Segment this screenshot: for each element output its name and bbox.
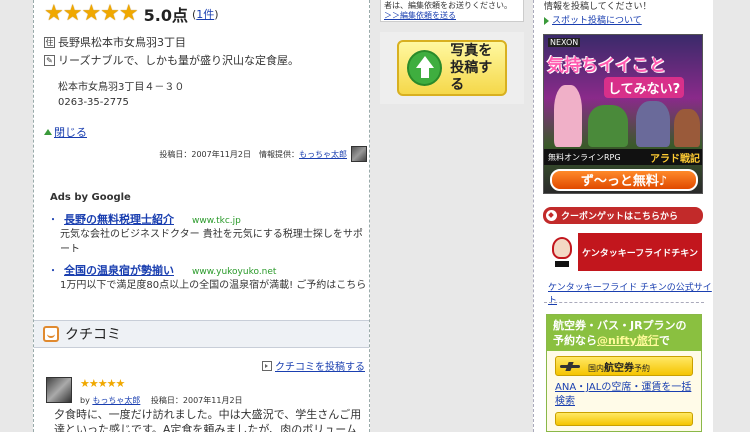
post-meta: 投稿日：2007年11月2日 情報提供： もっちゃ太郎: [159, 146, 367, 162]
divider: [544, 302, 704, 303]
rating-summary: ★★★★★ 5.0点 (1件): [44, 2, 219, 26]
smile-icon: [43, 326, 59, 342]
colonel-logo-icon: [546, 233, 578, 271]
ad-description: 1万円以下で満足度80点以上の全国の温泉宿が満載! ご予約はこちら: [60, 280, 367, 291]
user-avatar[interactable]: [351, 146, 367, 162]
shop-detail-column: ★★★★★ 5.0点 (1件) 住 長野県松本市女鳥羽3丁目 ✎ リーズナブルで…: [33, 0, 370, 432]
game-footer: 無料オンラインRPG アラド戦記: [544, 149, 702, 165]
game-ad-banner[interactable]: NEXON 気持ちイイこと してみない? 無料オンラインRPG アラド戦記 ず～…: [543, 34, 703, 194]
ad-description: 元気な会社のビジネスドクター 貴社を元気にする税理士探しをサポート: [60, 229, 363, 255]
airfare-search-link[interactable]: ANA・JALの空席・運賃を一括検索: [555, 381, 693, 409]
kfc-banner[interactable]: ケンタッキーフライドチキン: [546, 232, 702, 272]
post-photo-label: 写真を投稿する: [450, 42, 493, 93]
airplane-icon: [560, 362, 582, 370]
rating-count-link[interactable]: 1件: [196, 8, 214, 21]
upload-arrow-icon: [407, 50, 443, 86]
game-brand: NEXON: [548, 38, 581, 47]
edit-request-link[interactable]: ＞＞編集依頼を送る: [384, 11, 456, 20]
spot-post-info: 情報を投稿してください！ スポット投稿について: [544, 0, 651, 28]
ad-item: ・ 長野の無料税理士紹介 www.tkc.jp 元気な会社のビジネスドクター 貴…: [48, 211, 368, 257]
reviewer-link[interactable]: もっちゃ太郎: [92, 396, 140, 405]
ad-title-link[interactable]: 長野の無料税理士紹介: [64, 211, 174, 227]
triangle-right-icon: [544, 17, 549, 25]
coupon-icon: [546, 210, 557, 221]
review-text: 夕食時に、一度だけ訪れました。中は大盛況で、学生さんご用達といった感じです。A定…: [54, 408, 362, 432]
nifty-travel-link[interactable]: @nifty旅行: [597, 334, 659, 347]
location-text: 長野県松本市女鳥羽3丁目: [58, 36, 186, 49]
triangle-up-icon: [44, 129, 52, 135]
character-illustration: [674, 109, 700, 147]
game-genre: 無料オンラインRPG: [548, 152, 621, 162]
game-subheadline: してみない?: [604, 77, 685, 98]
coupon-label: クーポンゲットはこちらから: [561, 212, 679, 222]
ad-item: ・ 全国の温泉宿が勢揃い www.yukoyuko.net 1万円以下で満足度8…: [48, 262, 368, 293]
post-photo-button[interactable]: 写真を投稿する: [397, 40, 507, 96]
game-cta-button[interactable]: ず～っと無料♪: [550, 169, 698, 191]
review-meta: by もっちゃ太郎 投稿日：2007年11月2日: [80, 396, 243, 405]
right-sidebar: 情報を投稿してください！ スポット投稿について NEXON 気持ちイイこと して…: [533, 0, 713, 432]
ads-title: Ads by Google: [50, 192, 131, 203]
location-row: 住 長野県松本市女鳥羽3丁目: [44, 34, 186, 50]
travel-ad-heading: 航空券・バス・JRプランの予約なら@nifty旅行で: [547, 315, 701, 351]
page-gutter: [730, 0, 750, 432]
review-stars: ★★★★★: [80, 377, 125, 390]
reviewer-avatar[interactable]: [46, 377, 72, 403]
travel-ad: 航空券・バス・JRプランの予約なら@nifty旅行で 国内航空券予約 ANA・J…: [546, 314, 702, 432]
coupon-button[interactable]: クーポンゲットはこちらから: [543, 207, 703, 224]
kuchikomi-title: クチコミ: [65, 327, 121, 343]
comment-text: リーズナブルで、しかも量が盛り沢山な定食屋。: [58, 54, 300, 67]
edit-request-box: 者は、編集依頼をお送りください。 ＞＞編集依頼を送る: [380, 0, 524, 22]
kfc-label: ケンタッキーフライドチキン: [582, 248, 698, 259]
post-user-link[interactable]: もっちゃ太郎: [299, 149, 347, 160]
rating-stars: ★★★★★: [44, 1, 139, 26]
bullet-icon: ・: [48, 215, 58, 226]
ad-url[interactable]: www.tkc.jp: [192, 216, 241, 226]
kuchikomi-section-header: クチコミ: [34, 320, 369, 348]
rating-count: (1件): [191, 8, 219, 21]
phone-number: 0263-35-2775: [58, 97, 129, 108]
close-link-label[interactable]: 閉じる: [54, 124, 87, 140]
post-kuchikomi-label[interactable]: クチコミを投稿する: [275, 358, 365, 373]
ad-url[interactable]: www.yukoyuko.net: [192, 267, 276, 277]
ad-title-link[interactable]: 全国の温泉宿が勢揃い: [64, 262, 174, 278]
domestic-flight-button[interactable]: 国内航空券予約: [555, 356, 693, 376]
comment-row: ✎ リーズナブルで、しかも量が盛り沢山な定食屋。: [44, 52, 299, 68]
bullet-icon: ・: [48, 266, 58, 277]
rating-score: 5.0点: [143, 6, 188, 25]
pencil-icon: ✎: [44, 54, 55, 66]
game-headline: 気持ちイイこと: [547, 56, 666, 76]
post-date: 投稿日：2007年11月2日 情報提供：: [159, 149, 299, 159]
game-title: アラド戦記: [650, 153, 700, 165]
address-block: 松本市女鳥羽3丁目４－３０ 0263-35-2775: [58, 80, 184, 110]
address-icon: 住: [44, 36, 55, 48]
edit-request-text: 者は、編集依頼をお送りください。: [384, 1, 512, 10]
photo-post-panel: 写真を投稿する: [380, 32, 524, 104]
arrow-box-icon: [262, 360, 272, 371]
spot-post-link[interactable]: スポット投稿について: [552, 14, 642, 28]
spot-post-text: 情報を投稿してください！: [544, 2, 652, 12]
character-illustration: [554, 85, 582, 147]
domestic-flight-label: 国内航空券予約: [588, 362, 650, 374]
character-illustration: [636, 101, 670, 147]
close-link[interactable]: 閉じる: [44, 124, 87, 140]
address-line: 松本市女鳥羽3丁目４－３０: [58, 82, 185, 93]
review-date: 投稿日：2007年11月2日: [142, 396, 243, 405]
kfc-red-panel: ケンタッキーフライドチキン: [578, 233, 702, 271]
post-kuchikomi-link[interactable]: クチコミを投稿する: [262, 358, 365, 373]
character-illustration: [588, 105, 628, 147]
travel-button[interactable]: [555, 412, 693, 426]
